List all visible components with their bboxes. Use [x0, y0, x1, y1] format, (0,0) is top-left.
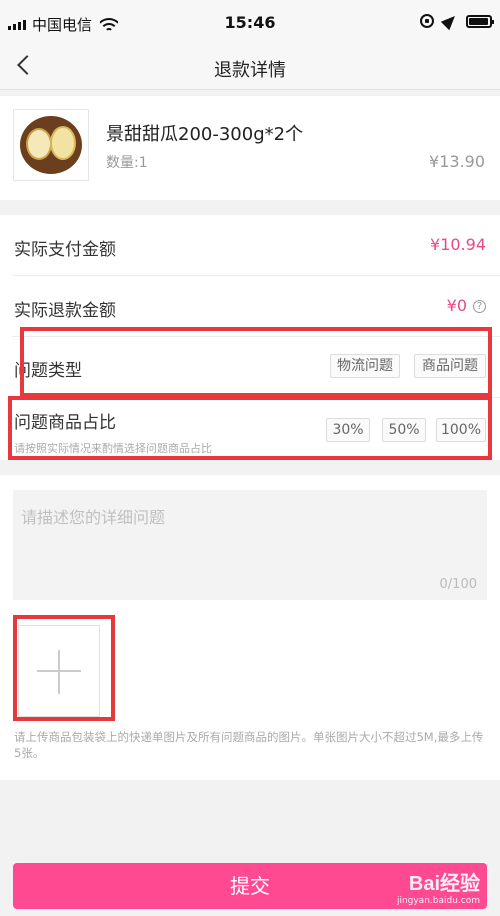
- location-icon: [440, 11, 460, 31]
- refund-amount-value: ¥0?: [447, 296, 486, 315]
- paid-amount-row: 实际支付金额 ¥10.94: [0, 215, 500, 275]
- highlight-box-issue-type: [20, 327, 492, 397]
- watermark-url: jingyan.baidu.com: [396, 896, 480, 906]
- melon-image: [20, 116, 82, 174]
- refund-amount-label: 实际退款金额: [14, 301, 116, 321]
- description-input[interactable]: 请描述您的详细问题 0/100: [13, 490, 487, 600]
- paid-amount-label: 实际支付金额: [14, 240, 116, 260]
- status-bar: 中国电信 15:46: [0, 0, 500, 44]
- product-thumbnail: [13, 109, 89, 181]
- navigation-bar: 退款详情: [0, 44, 500, 90]
- highlight-box-upload: [13, 615, 115, 721]
- rotation-lock-icon: [420, 14, 434, 28]
- product-quantity: 数量:1: [106, 155, 148, 171]
- character-count: 0/100: [439, 577, 477, 592]
- product-card: 景甜甜瓜200-300g*2个 数量:1 ¥13.90: [0, 96, 500, 200]
- product-price: ¥13.90: [429, 152, 485, 171]
- watermark-logo-text: Bai经验: [408, 873, 480, 895]
- page-title: 退款详情: [214, 60, 286, 81]
- paid-amount-value: ¥10.94: [430, 235, 486, 254]
- refund-amount-text: ¥0: [446, 296, 467, 315]
- upload-hint: 请上传商品包装袋上的快递单图片及所有问题商品的图片。单张图片大小不超过5M,最多…: [14, 730, 484, 760]
- description-placeholder: 请描述您的详细问题: [21, 508, 166, 527]
- help-icon[interactable]: ?: [473, 300, 486, 313]
- product-name: 景甜甜瓜200-300g*2个: [106, 124, 304, 145]
- battery-icon: [466, 14, 494, 28]
- watermark: Bai经验 jingyan.baidu.com: [397, 867, 480, 906]
- highlight-box-issue-ratio: [8, 396, 492, 460]
